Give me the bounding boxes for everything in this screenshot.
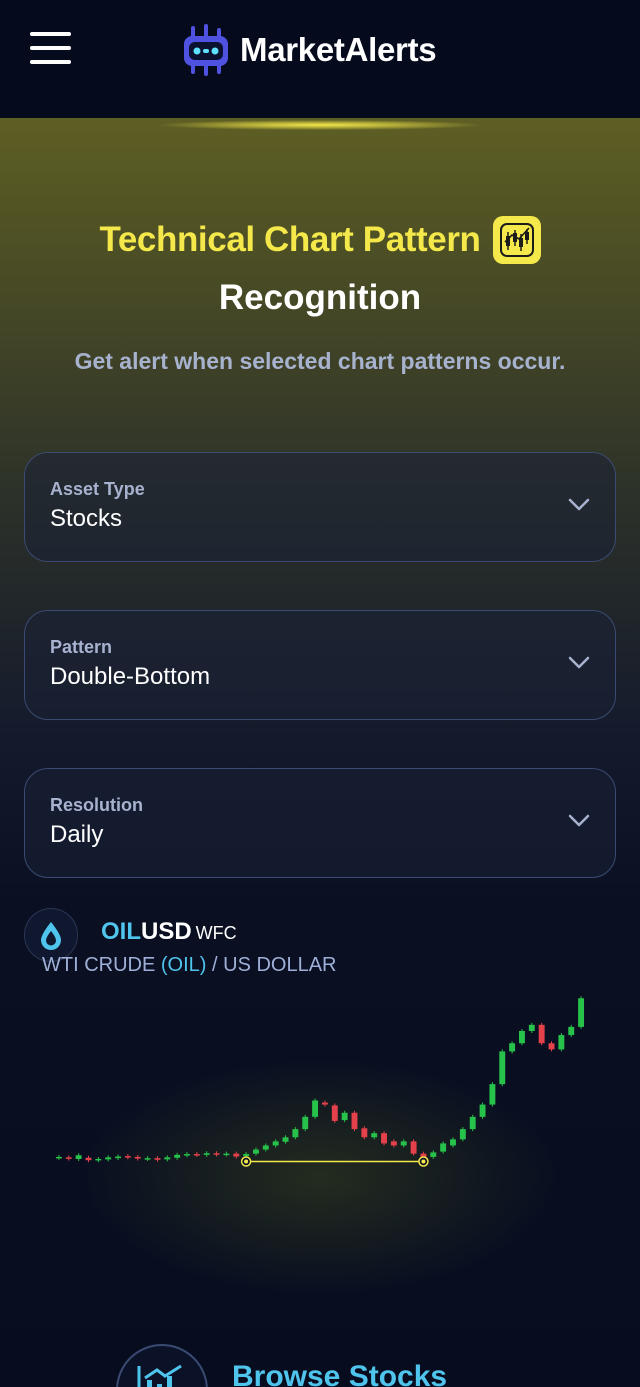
candle-body <box>499 1051 506 1085</box>
candle-body <box>134 1156 141 1159</box>
candle-body <box>312 1100 319 1117</box>
candle-body <box>509 1043 516 1052</box>
robot-logo-icon <box>184 24 228 76</box>
asset-ticker: OILUSD WFC <box>101 918 237 946</box>
chevron-down-icon <box>568 656 590 669</box>
candle-body <box>341 1112 348 1121</box>
candle-body <box>440 1143 447 1152</box>
title-highlight: Technical Chart Pattern <box>99 220 481 259</box>
candle-body <box>262 1145 269 1150</box>
candle-body <box>351 1112 358 1130</box>
candle-body <box>390 1141 397 1146</box>
candle-body <box>489 1084 496 1105</box>
candle-body <box>578 998 585 1027</box>
ticker-part2: USD <box>141 918 192 945</box>
hamburger-menu-icon[interactable] <box>30 32 72 68</box>
pattern-point-center <box>421 1159 426 1164</box>
candle-body <box>302 1116 309 1130</box>
candle-body <box>272 1141 279 1146</box>
candlestick-chart-icon <box>492 216 541 264</box>
page-title: Technical Chart Pattern Recognition <box>0 216 640 318</box>
candle-body <box>381 1133 387 1144</box>
candle-body <box>361 1128 368 1138</box>
browse-stocks-label: Browse Stocks <box>232 1360 448 1387</box>
candle-body <box>164 1157 171 1160</box>
candle-body <box>430 1152 437 1157</box>
app-name: MarketAlerts <box>240 31 437 68</box>
candle-body <box>233 1153 240 1157</box>
page-subtitle: Get alert when selected chart patterns o… <box>74 348 566 374</box>
candle-body <box>144 1158 151 1160</box>
candle-body <box>292 1129 299 1138</box>
candle-body <box>321 1102 328 1105</box>
exchange-code: WFC <box>195 923 237 943</box>
candle-body <box>193 1154 200 1156</box>
stock-chart-icon <box>116 1344 208 1387</box>
candle-body <box>55 1156 62 1159</box>
chevron-down-icon <box>568 814 590 827</box>
ticker-part1: OIL <box>101 918 141 945</box>
candle-body <box>85 1157 92 1161</box>
candle-body <box>479 1104 486 1117</box>
candle-body <box>558 1035 565 1050</box>
candle-body <box>528 1024 535 1031</box>
pattern-select[interactable]: Pattern Double-Bottom <box>24 610 616 720</box>
candle-body <box>243 1154 250 1157</box>
candle-body <box>115 1156 121 1159</box>
app-header: MarketAlerts <box>0 0 640 118</box>
asset-name-prefix: WTI CRUDE <box>42 954 156 976</box>
candle-body <box>124 1156 131 1158</box>
candle-body <box>65 1157 72 1159</box>
candle-body <box>75 1155 82 1159</box>
candle-body <box>400 1141 407 1146</box>
candle-body <box>459 1129 466 1140</box>
asset-type-select[interactable]: Asset Type Stocks <box>24 452 616 562</box>
candle-body <box>105 1157 112 1160</box>
app-logo[interactable]: MarketAlerts <box>182 24 437 76</box>
pattern-chart <box>55 996 585 1167</box>
asset-type-label: Asset Type <box>50 479 145 499</box>
candle-body <box>253 1149 259 1154</box>
resolution-select[interactable]: Resolution Daily <box>24 768 616 878</box>
pattern-label: Pattern <box>50 637 113 657</box>
candle-body <box>548 1043 555 1050</box>
pattern-point-center <box>244 1159 249 1164</box>
pattern-value: Double-Bottom <box>50 663 211 690</box>
asset-name-highlight: (OIL) <box>160 954 207 976</box>
resolution-value: Daily <box>50 821 104 848</box>
candle-body <box>331 1105 338 1121</box>
candle-body <box>184 1154 190 1156</box>
hero-glow-divider <box>160 120 480 130</box>
candle-body <box>223 1153 230 1156</box>
asset-type-value: Stocks <box>50 505 123 532</box>
candle-body <box>538 1024 545 1044</box>
chevron-down-icon <box>568 498 590 511</box>
asset-name: WTI CRUDE (OIL) / US DOLLAR <box>42 954 337 977</box>
candle-body <box>95 1158 102 1161</box>
candle-body <box>213 1153 220 1155</box>
candle-body <box>203 1153 210 1155</box>
candle-body <box>469 1116 476 1130</box>
candle-body <box>519 1030 525 1044</box>
candle-body <box>154 1158 161 1160</box>
candle-body <box>450 1139 456 1146</box>
candle-body <box>371 1133 378 1138</box>
browse-stocks-link[interactable]: Browse Stocks <box>116 1344 447 1387</box>
candle-body <box>410 1141 417 1154</box>
candle-body <box>282 1137 289 1142</box>
candle-body <box>568 1026 575 1036</box>
resolution-label: Resolution <box>50 795 143 815</box>
candle-body <box>174 1154 181 1158</box>
title-rest: Recognition <box>218 278 422 317</box>
asset-name-suffix: / US DOLLAR <box>212 954 337 976</box>
